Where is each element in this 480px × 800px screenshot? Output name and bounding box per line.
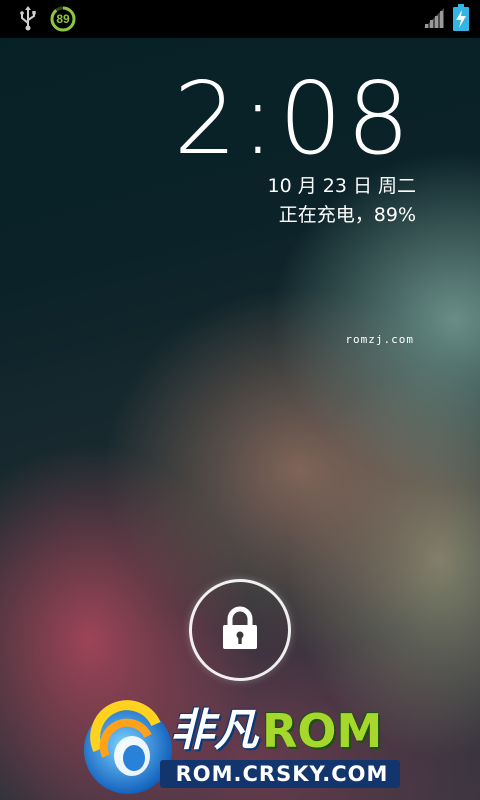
logo-url: ROM.CRSKY.COM [175,762,389,786]
watermark-text: romzj.com [345,333,414,346]
status-bar: 89 [0,0,480,38]
lockscreen-date: 10 月 23 日 周二 [267,175,416,197]
cell-signal-icon [424,8,444,28]
charging-status: 正在充电，89% [278,204,416,226]
lockscreen-clock: 2:08 [173,60,414,177]
battery-percent-text: 89 [56,12,70,26]
battery-charging-icon [453,4,469,31]
usb-icon [20,6,36,31]
lockscreen: 89 2:08 10 月 23 日 周二 正在充电，89% romzj.com [0,0,480,800]
lock-icon[interactable] [221,606,259,650]
logo-brand-rom: ROM [262,704,383,758]
logo-brand-cn: 非凡 [170,705,258,756]
